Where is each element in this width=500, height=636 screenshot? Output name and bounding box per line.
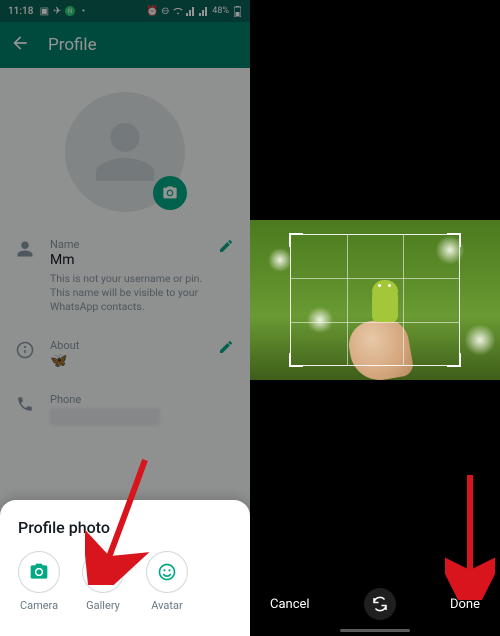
avatar-option[interactable]: Avatar	[146, 551, 188, 612]
image-icon	[93, 562, 113, 582]
annotation-arrow-right	[445, 470, 495, 600]
avatar-option-label: Avatar	[151, 599, 182, 612]
crop-handle-tr[interactable]	[447, 233, 461, 247]
crop-canvas[interactable]	[250, 220, 500, 380]
home-indicator[interactable]	[340, 629, 410, 632]
crop-photo-screen: Cancel Done	[250, 0, 500, 636]
gallery-option-button[interactable]	[82, 551, 124, 593]
sheet-title: Profile photo	[18, 518, 232, 537]
crop-handle-bl[interactable]	[289, 353, 303, 367]
camera-option-button[interactable]	[18, 551, 60, 593]
cancel-button[interactable]: Cancel	[270, 597, 310, 612]
profile-photo-sheet: Profile photo Camera Gallery Avatar	[0, 500, 250, 636]
camera-option-label: Camera	[20, 599, 58, 612]
crop-handle-tl[interactable]	[289, 233, 303, 247]
camera-option[interactable]: Camera	[18, 551, 60, 612]
crop-toolbar: Cancel Done	[250, 588, 500, 620]
crop-handle-br[interactable]	[447, 353, 461, 367]
done-button[interactable]: Done	[450, 597, 480, 612]
face-icon	[157, 562, 177, 582]
profile-settings-screen: 11:18 ▣ ✈ N • ⏰ ⊖ 48%	[0, 0, 250, 636]
crop-frame[interactable]	[290, 234, 460, 366]
rotate-icon	[371, 595, 389, 613]
avatar-option-button[interactable]	[146, 551, 188, 593]
gallery-option[interactable]: Gallery	[82, 551, 124, 612]
rotate-button[interactable]	[364, 588, 396, 620]
statusbar	[250, 0, 500, 22]
gallery-option-label: Gallery	[86, 599, 120, 612]
camera-icon	[29, 562, 49, 582]
